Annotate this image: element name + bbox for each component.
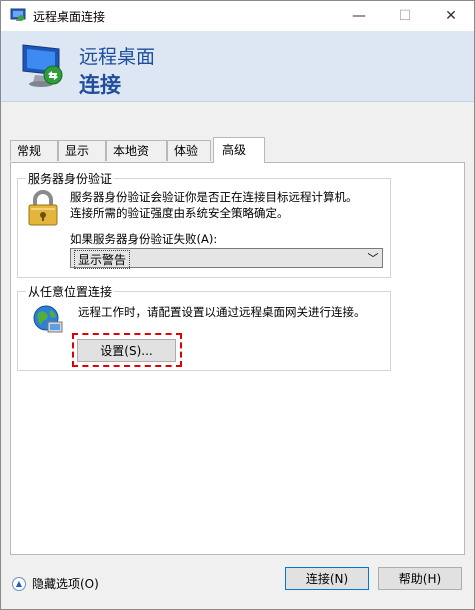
close-icon: ✕ [445,8,457,24]
tab-general[interactable]: 常规 [10,140,58,161]
server-auth-title: 服务器身份验证 [26,170,115,187]
tab-local-resources[interactable]: 本地资源 [106,140,167,179]
connect-anywhere-title: 从任意位置连接 [26,283,115,300]
window-title: 远程桌面连接 [33,10,106,24]
connect-button[interactable]: 连接(N) [285,567,369,590]
connect-anywhere-desc: 远程工作时，请配置设置以通过远程桌面网关进行连接。 [78,305,366,319]
auth-fail-label: 如果服务器身份验证失败(A): [70,232,218,246]
padlock-icon [28,190,58,226]
chevron-up-icon: ▲ [12,576,26,591]
chevron-down-icon: ﹀ [367,252,379,265]
auth-fail-select[interactable]: 显示警告 ﹀ [70,248,383,269]
help-button[interactable]: 帮助(H) [378,567,462,590]
maximize-button[interactable]: ☐ [382,1,428,31]
server-auth-desc-1: 服务器身份验证会验证你是否正在连接目标远程计算机。 [70,190,358,204]
maximize-icon: ☐ [398,8,412,24]
remote-desktop-icon [10,8,26,21]
globe-network-icon [33,305,63,333]
hide-options-label: 隐藏选项(O) [32,577,99,591]
tab-experience[interactable]: 体验 [167,140,211,161]
minimize-icon: — [352,8,366,24]
settings-button-highlight [72,333,182,367]
banner-title-line1: 远程桌面 [79,46,156,68]
title-bar[interactable]: 远程桌面连接 — ☐ ✕ [1,1,474,31]
banner-title-line2: 连接 [79,73,121,97]
minimize-button[interactable]: — [336,1,382,31]
auth-fail-select-value: 显示警告 [74,250,131,269]
tab-display[interactable]: 显示 [58,140,106,161]
close-button[interactable]: ✕ [428,1,474,31]
remote-desktop-window: 远程桌面连接 — ☐ ✕ 远程桌面 连接 常规 显示 本地资源 体验 高级 服务… [0,0,475,610]
hide-options-toggle[interactable]: ▲ 隐藏选项(O) [12,575,99,592]
server-auth-desc-2: 连接所需的验证强度由系统安全策略确定。 [70,206,289,220]
server-auth-group: 服务器身份验证 服务器身份验证会验证你是否正在连接目标远程计算机。 连接所需的验… [17,170,391,278]
tab-advanced[interactable]: 高级 [213,137,265,163]
banner: 远程桌面 连接 [1,31,474,102]
remote-desktop-monitor-icon [22,44,63,87]
